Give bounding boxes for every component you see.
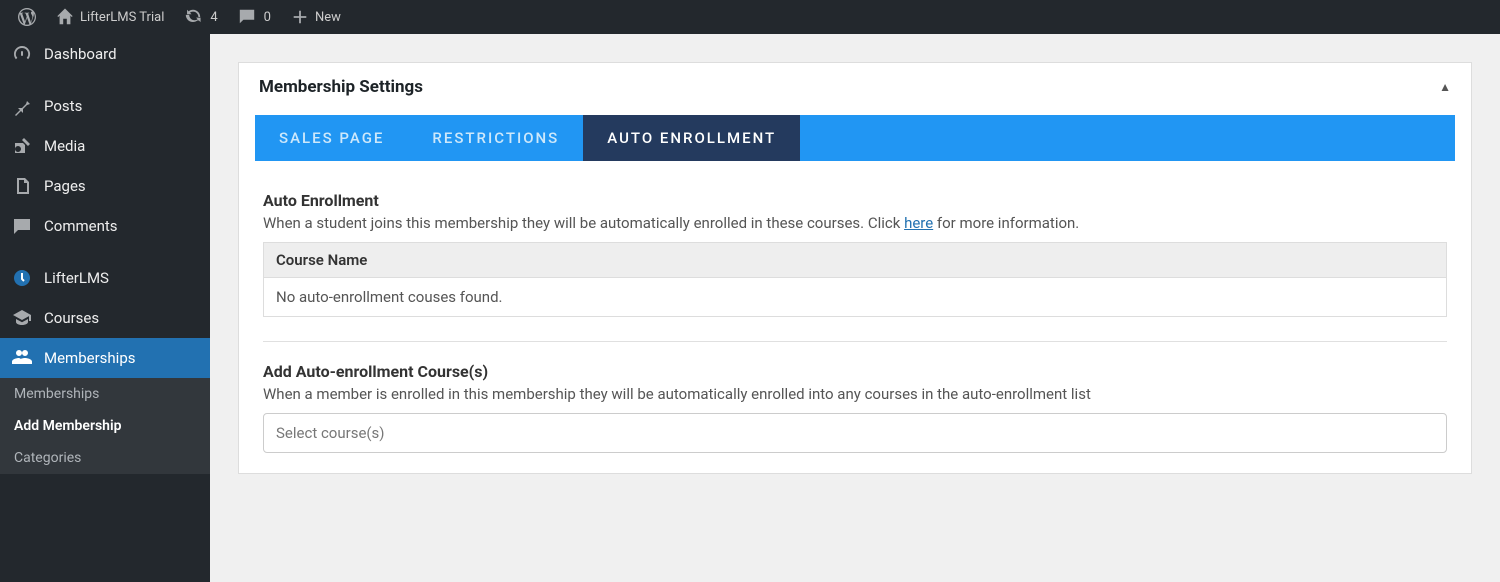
tab-body: Auto Enrollment When a student joins thi… bbox=[239, 161, 1471, 473]
tab-auto-enrollment[interactable]: AUTO ENROLLMENT bbox=[583, 115, 800, 161]
sidebar-item-label: Media bbox=[44, 137, 85, 155]
pin-icon bbox=[12, 96, 32, 116]
updates-count: 4 bbox=[210, 10, 217, 25]
sidebar-item-label: Courses bbox=[44, 309, 99, 327]
new-label: New bbox=[315, 10, 341, 25]
tab-fill bbox=[800, 115, 1455, 161]
updates-link[interactable]: 4 bbox=[174, 0, 227, 34]
tab-sales-page[interactable]: SALES PAGE bbox=[255, 115, 408, 161]
table-empty-row: No auto-enrollment couses found. bbox=[264, 278, 1446, 316]
auto-enroll-description: When a student joins this membership the… bbox=[263, 214, 1447, 232]
sidebar-item-label: Dashboard bbox=[44, 45, 117, 63]
dashboard-icon bbox=[12, 44, 32, 64]
admin-bar: LifterLMS Trial 4 0 New bbox=[0, 0, 1500, 34]
collapse-icon[interactable]: ▲ bbox=[1439, 80, 1451, 94]
sidebar-item-dashboard[interactable]: Dashboard bbox=[0, 34, 210, 74]
sidebar-item-label: Memberships bbox=[44, 349, 135, 367]
sidebar-item-lifterlms[interactable]: LifterLMS bbox=[0, 258, 210, 298]
sidebar-item-label: LifterLMS bbox=[44, 269, 109, 287]
sidebar-item-label: Pages bbox=[44, 177, 86, 195]
comments-link[interactable]: 0 bbox=[228, 0, 281, 34]
membership-settings-box: Membership Settings ▲ SALES PAGE RESTRIC… bbox=[238, 62, 1472, 474]
auto-enroll-heading: Auto Enrollment bbox=[263, 191, 1447, 210]
more-info-link[interactable]: here bbox=[904, 214, 933, 232]
content-area: Membership Settings ▲ SALES PAGE RESTRIC… bbox=[210, 34, 1500, 582]
metabox-header[interactable]: Membership Settings ▲ bbox=[239, 63, 1471, 115]
media-icon bbox=[12, 136, 32, 156]
course-select[interactable]: Select course(s) bbox=[263, 413, 1447, 453]
tab-nav: SALES PAGE RESTRICTIONS AUTO ENROLLMENT bbox=[255, 115, 1455, 161]
comment-icon bbox=[238, 8, 256, 26]
add-course-heading: Add Auto-enrollment Course(s) bbox=[263, 362, 1447, 381]
site-link[interactable]: LifterLMS Trial bbox=[46, 0, 174, 34]
submenu: Memberships Add Membership Categories bbox=[0, 378, 210, 474]
users-icon bbox=[12, 348, 32, 368]
courses-table: Course Name No auto-enrollment couses fo… bbox=[263, 242, 1447, 317]
submenu-item-memberships[interactable]: Memberships bbox=[0, 378, 210, 410]
plus-icon bbox=[291, 8, 309, 26]
sidebar-item-memberships[interactable]: Memberships bbox=[0, 338, 210, 378]
pages-icon bbox=[12, 176, 32, 196]
lifterlms-icon bbox=[12, 268, 32, 288]
update-icon bbox=[184, 8, 202, 26]
table-header-course-name: Course Name bbox=[264, 243, 1446, 278]
tab-restrictions[interactable]: RESTRICTIONS bbox=[408, 115, 583, 161]
add-course-description: When a member is enrolled in this member… bbox=[263, 385, 1447, 403]
submenu-item-categories[interactable]: Categories bbox=[0, 442, 210, 474]
sidebar-item-courses[interactable]: Courses bbox=[0, 298, 210, 338]
home-icon bbox=[56, 8, 74, 26]
submenu-item-add-membership[interactable]: Add Membership bbox=[0, 410, 210, 442]
wp-logo[interactable] bbox=[8, 0, 46, 34]
admin-sidebar: Dashboard Posts Media Pages Comments Lif… bbox=[0, 34, 210, 582]
sidebar-item-label: Comments bbox=[44, 217, 118, 235]
sidebar-item-label: Posts bbox=[44, 97, 82, 115]
graduation-icon bbox=[12, 308, 32, 328]
comments-count: 0 bbox=[264, 10, 271, 25]
comment-icon bbox=[12, 216, 32, 236]
site-name: LifterLMS Trial bbox=[80, 10, 164, 25]
sidebar-item-comments[interactable]: Comments bbox=[0, 206, 210, 246]
sidebar-item-pages[interactable]: Pages bbox=[0, 166, 210, 206]
divider bbox=[263, 341, 1447, 342]
sidebar-item-posts[interactable]: Posts bbox=[0, 86, 210, 126]
sidebar-item-media[interactable]: Media bbox=[0, 126, 210, 166]
wordpress-icon bbox=[18, 8, 36, 26]
metabox-title: Membership Settings bbox=[259, 77, 423, 97]
new-content-link[interactable]: New bbox=[281, 0, 351, 34]
